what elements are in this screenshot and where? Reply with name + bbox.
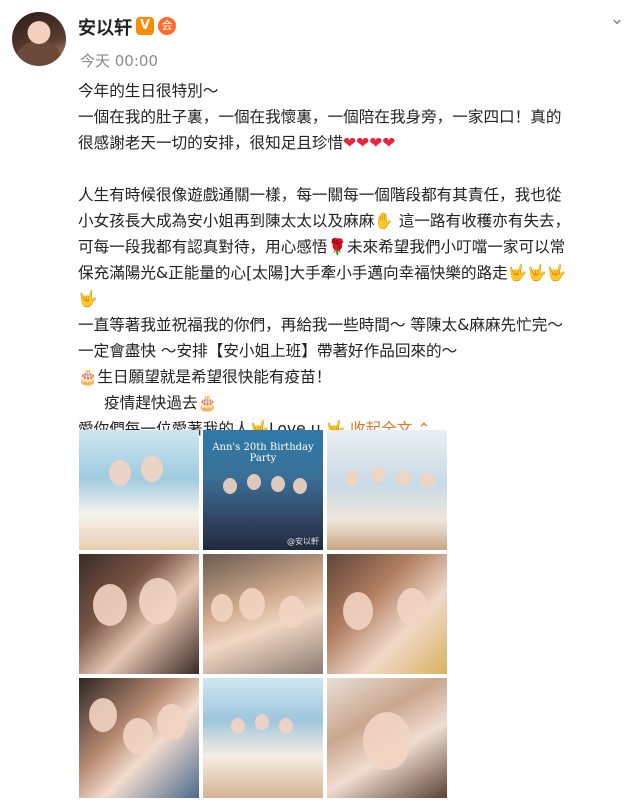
cake-icon: 🎂: [197, 394, 217, 412]
post-content: 今年的生日很特別～ 一個在我的肚子裏，一個在我懷裏，一個陪在我身旁，一家四口！真…: [78, 78, 626, 442]
post-line-10: 一直等著我並祝福我的你們，再給我一些時間～ 等陳太&麻麻先忙完～: [78, 316, 563, 334]
member-badge-icon: 会: [158, 17, 176, 35]
face-shape: [89, 698, 117, 732]
photo-8[interactable]: [203, 678, 323, 798]
love-you-hand-icon: 🤟: [78, 290, 98, 308]
post-line-11: 一定會盡快 ～安排【安小姐上班】帶著好作品回來的～: [78, 342, 458, 360]
photo-grid: Ann's 20th Birthday Party @安以軒: [79, 430, 451, 802]
verified-badge-icon: V: [136, 17, 154, 35]
face-shape: [139, 578, 177, 624]
post-line-7: 可每一段我都有認真對待，用心感悟🌹未來希望我們小叮噹一家可以常: [78, 234, 626, 260]
post-line-5: 人生有時候很像遊戲通關一樣，每一關每一個階段都有其責任，我也從: [78, 186, 562, 204]
face-shape: [279, 596, 305, 628]
photo-3[interactable]: [327, 430, 447, 550]
face-shape: [271, 476, 285, 492]
face-shape: [247, 474, 261, 490]
username[interactable]: 安以轩: [78, 14, 132, 40]
face-shape: [239, 588, 265, 620]
chevron-down-icon[interactable]: ⌄: [606, 8, 628, 30]
face-shape: [293, 478, 307, 494]
photo-9[interactable]: [327, 678, 447, 798]
post-line-3: 很感謝老天一切的安排，很知足且珍惜❤❤❤❤: [78, 130, 626, 156]
post-header: 安以轩 V 会 今天 00:00 ⌄: [0, 0, 640, 72]
photo-7[interactable]: [79, 678, 199, 798]
face-shape: [397, 470, 411, 486]
avatar[interactable]: [12, 12, 66, 66]
rose-icon: 🌹: [327, 238, 347, 256]
face-shape: [397, 588, 427, 626]
post-line-13: 疫情趕快過去🎂: [78, 390, 626, 416]
post-line-12-text: 生日願望就是希望很快能有疫苗！: [97, 368, 332, 386]
face-shape: [123, 718, 153, 754]
heart-icon: ❤❤❤❤: [343, 134, 396, 152]
photo-2-overlay-text: Ann's 20th Birthday Party: [212, 442, 314, 464]
face-shape: [363, 712, 411, 770]
cake-icon: 🎂: [78, 368, 98, 386]
face-shape: [345, 470, 359, 486]
post-line-6-text: 小女孩長大成為安小姐再到陳太太以及麻麻: [78, 212, 375, 230]
face-shape: [231, 718, 245, 734]
post-line-6b-text: 這一路有收穫亦有失去，: [398, 212, 571, 230]
post-line-7b-text: 未來希望我們小叮噹一家可以常: [346, 238, 566, 256]
face-shape: [109, 460, 131, 486]
post-line-8-text: 保充滿陽光&正能量的心[太陽]大手牽小手邁向幸福快樂的路走: [78, 264, 508, 282]
post-line-9: 🤟: [78, 286, 626, 312]
face-shape: [255, 714, 269, 730]
post-line-1: 今年的生日很特別～: [78, 82, 219, 100]
photo-6[interactable]: [327, 554, 447, 674]
post-timestamp: 今天 00:00: [80, 52, 158, 70]
post-line-3-text: 很感謝老天一切的安排，很知足且珍惜: [78, 134, 344, 152]
face-shape: [93, 584, 127, 626]
photo-5[interactable]: [203, 554, 323, 674]
photo-1[interactable]: [79, 430, 199, 550]
post-line-7-text: 可每一段我都有認真對待，用心感悟: [78, 238, 328, 256]
post-line-13-text: 疫情趕快過去: [104, 394, 198, 412]
face-shape: [279, 718, 293, 734]
love-you-hand-icon: 🤟🤟🤟: [507, 264, 567, 282]
face-shape: [141, 456, 163, 482]
face-shape: [421, 472, 435, 488]
face-shape: [223, 478, 237, 494]
face-shape: [343, 592, 373, 630]
face-shape: [371, 466, 385, 482]
post-line-12: 🎂生日願望就是希望很快能有疫苗！: [78, 364, 626, 390]
photo-2[interactable]: Ann's 20th Birthday Party @安以軒: [203, 430, 323, 550]
face-shape: [157, 704, 187, 740]
photo-4[interactable]: [79, 554, 199, 674]
raised-hand-icon: ✋: [374, 212, 394, 230]
photo-watermark: @安以軒: [287, 537, 319, 546]
post-line-2: 一個在我的肚子裏，一個在我懷裏，一個陪在我身旁，一家四口！真的: [78, 108, 562, 126]
face-shape: [211, 594, 233, 622]
post-line-8: 保充滿陽光&正能量的心[太陽]大手牽小手邁向幸福快樂的路走🤟🤟🤟: [78, 260, 626, 286]
post-line-6: 小女孩長大成為安小姐再到陳太太以及麻麻✋ 這一路有收穫亦有失去，: [78, 208, 626, 234]
